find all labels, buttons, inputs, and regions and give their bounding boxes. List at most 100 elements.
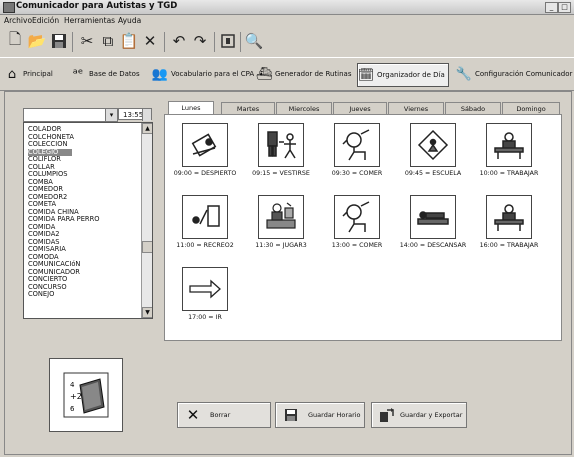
tab-generador-rutinas[interactable]: ⛴ Generador de Rutinas	[256, 63, 352, 85]
eat-pictogram-icon	[334, 195, 380, 239]
calendar-icon: 🗓	[357, 67, 375, 83]
menu-edicion[interactable]: Edición	[32, 16, 59, 25]
svg-text:6: 6	[70, 405, 75, 413]
app-icon	[3, 2, 15, 13]
navigation-tabs: ⌂ Principal ᵃᵉ Base de Datos 👥 Vocabulario …	[0, 57, 574, 91]
schedule-caption: 13:00 = COMER	[331, 242, 383, 249]
schedule-item[interactable]: 09:45 = ESCUELA	[393, 123, 473, 177]
copy-icon[interactable]: ⧉	[99, 32, 117, 50]
svg-text:4: 4	[70, 381, 75, 389]
schedule-panel: 09:00 = DESPIERTO 09:15 = VESTIRSE 09:30…	[164, 114, 562, 341]
tab-configuracion[interactable]: 🔧 Configuración Comunicador	[455, 63, 573, 85]
time-stepper[interactable]: 13:55	[118, 108, 152, 121]
schedule-caption: 09:30 = COMER	[331, 170, 383, 177]
toolbar-divider	[164, 32, 165, 52]
paste-icon[interactable]: 📋	[120, 32, 139, 50]
tab-label: Vocabulario para el CPA	[171, 70, 255, 78]
schedule-caption: 11:30 = JUGAR3	[255, 242, 307, 249]
play-pictogram-icon	[258, 195, 304, 239]
recess-pictogram-icon	[182, 195, 228, 239]
schedule-item[interactable]: 09:15 = VESTIRSE	[241, 123, 321, 177]
pictogram-preview: 4 +2 6	[49, 358, 123, 432]
stop-icon[interactable]	[219, 32, 237, 50]
export-icon	[378, 406, 396, 424]
menu-ayuda[interactable]: Ayuda	[118, 16, 141, 25]
list-item[interactable]: CONEJO	[28, 290, 54, 299]
schedule-caption: 09:00 = DESPIERTO	[173, 170, 237, 177]
rest-pictogram-icon	[410, 195, 456, 239]
house-icon: ⌂	[7, 66, 17, 82]
menu-herramientas[interactable]: Herramientas	[64, 16, 115, 25]
cut-icon[interactable]: ✂	[78, 32, 96, 50]
eat-pictogram-icon	[334, 123, 380, 167]
spin-arrows-icon[interactable]	[142, 109, 151, 121]
schedule-item[interactable]: 10:00 = TRABAJAR	[469, 123, 549, 177]
close-icon: ✕	[186, 406, 200, 424]
schedule-item[interactable]: 11:30 = JUGAR3	[241, 195, 321, 249]
tab-label: Principal	[23, 70, 53, 78]
new-file-icon[interactable]: 🗋	[6, 30, 24, 50]
save-export-button[interactable]: Guardar y Exportar	[371, 402, 467, 428]
schedule-item[interactable]: 17:00 = IR	[165, 267, 245, 321]
menu-bar: Archivo Edición Herramientas Ayuda	[0, 15, 574, 26]
schedule-caption: 10:00 = TRABAJAR	[479, 170, 539, 177]
minimize-button[interactable]: _	[545, 2, 558, 13]
save-schedule-label: Guardar Horario	[308, 411, 361, 419]
tab-organizador-dia[interactable]: 🗓 Organizador de Día	[357, 63, 449, 87]
tab-base-de-datos[interactable]: ᵃᵉ Base de Datos	[70, 63, 146, 85]
list-scrollbar[interactable]: ▲ ▼	[141, 123, 152, 318]
get-dressed-pictogram-icon	[258, 123, 304, 167]
redo-icon[interactable]: ↷	[191, 32, 209, 50]
tab-label: Organizador de Día	[377, 71, 445, 79]
school-pictogram-icon	[410, 123, 456, 167]
save-icon[interactable]	[50, 32, 68, 50]
maximize-button[interactable]: □	[558, 2, 571, 13]
open-folder-icon[interactable]: 📂	[28, 32, 47, 50]
save-icon	[282, 406, 300, 424]
schedule-caption: 09:45 = ESCUELA	[404, 170, 462, 177]
save-schedule-button[interactable]: Guardar Horario	[275, 402, 365, 428]
delete-icon[interactable]: ✕	[141, 32, 159, 50]
search-icon[interactable]: 🔍	[245, 32, 264, 50]
word-list[interactable]: COLADOR COLCHONETA COLECCION COLEGIO COL…	[23, 122, 153, 319]
schedule-item[interactable]: 16:00 = TRABAJAR	[469, 195, 549, 249]
toolbar-divider	[214, 32, 215, 52]
tab-label: Configuración Comunicador	[475, 70, 573, 78]
schedule-item[interactable]: 14:00 = DESCANSAR	[393, 195, 473, 249]
schedule-caption: 09:15 = VESTIRSE	[252, 170, 310, 177]
schedule-item[interactable]: 09:00 = DESPIERTO	[165, 123, 245, 177]
schedule-caption: 17:00 = IR	[188, 314, 222, 321]
delete-button[interactable]: ✕ Borrar	[177, 402, 271, 428]
schedule-item[interactable]: 09:30 = COMER	[317, 123, 397, 177]
wrench-icon: 🔧	[455, 66, 473, 82]
ship-icon: ⛴	[255, 66, 273, 82]
tab-label: Generador de Rutinas	[275, 70, 352, 78]
delete-button-label: Borrar	[210, 411, 231, 419]
window-title: Comunicador para Autistas y TGD	[16, 1, 178, 11]
school-book-icon: 4 +2 6	[63, 372, 109, 418]
title-bar: Comunicador para Autistas y TGD _ □	[0, 0, 574, 15]
toolbar-divider	[72, 32, 73, 52]
tab-label: Base de Datos	[89, 70, 140, 78]
schedule-caption: 16:00 = TRABAJAR	[479, 242, 539, 249]
word-dropdown[interactable]: ▾	[23, 108, 118, 122]
time-value: 13:55	[123, 111, 144, 119]
tab-vocabulario[interactable]: 👥 Vocabulario para el CPA	[151, 63, 254, 85]
people-icon: 👥	[151, 66, 169, 82]
menu-archivo[interactable]: Archivo	[4, 16, 32, 25]
save-export-label: Guardar y Exportar	[400, 411, 463, 419]
wake-up-pictogram-icon	[182, 123, 228, 167]
chevron-down-icon[interactable]: ▾	[105, 109, 117, 121]
schedule-item[interactable]: 11:00 = RECREO2	[165, 195, 245, 249]
undo-icon[interactable]: ↶	[170, 32, 188, 50]
tab-principal[interactable]: ⌂ Principal	[4, 63, 64, 85]
scroll-up-icon[interactable]: ▲	[142, 123, 152, 134]
scroll-down-icon[interactable]: ▼	[142, 307, 152, 318]
go-arrow-pictogram-icon	[182, 267, 228, 311]
toolbar: 🗋 📂 ✂ ⧉ 📋 ✕ ↶ ↷ 🔍	[0, 28, 574, 56]
svg-text:+2: +2	[70, 392, 82, 401]
schedule-item[interactable]: 13:00 = COMER	[317, 195, 397, 249]
scroll-thumb[interactable]	[142, 241, 152, 253]
toolbar-divider	[240, 32, 241, 52]
schedule-caption: 14:00 = DESCANSAR	[399, 242, 467, 249]
